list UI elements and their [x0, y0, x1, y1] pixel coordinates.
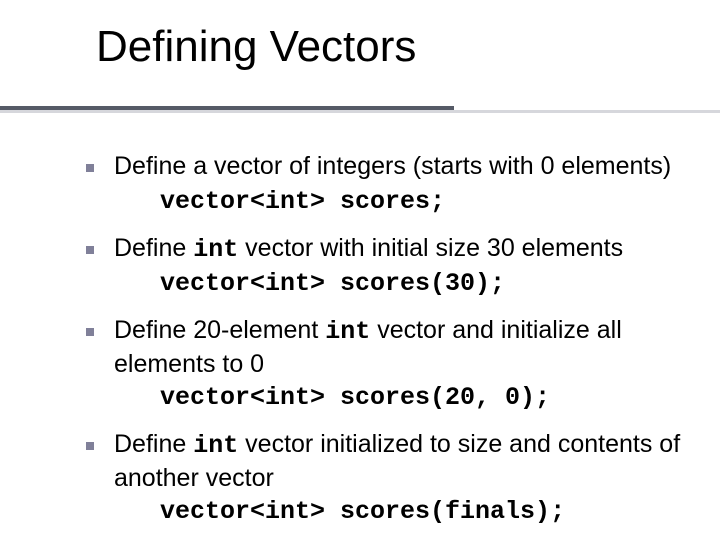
bullet-text: Define: [114, 430, 193, 458]
list-item: Define int vector with initial size 30 e…: [78, 232, 700, 300]
inline-code: int: [193, 431, 238, 460]
bullet-icon: [86, 328, 94, 336]
bullet-text: Define 20-element: [114, 316, 325, 344]
bullet-icon: [86, 246, 94, 254]
code-line: vector<int> scores(finals);: [114, 496, 700, 528]
list-item: Define a vector of integers (starts with…: [78, 150, 700, 218]
code-line: vector<int> scores(30);: [114, 268, 700, 300]
title-rule-light: [0, 110, 720, 113]
bullet-text: Define: [114, 234, 193, 262]
title-wrap: Defining Vectors: [96, 22, 416, 72]
list-item: Define 20-element int vector and initial…: [78, 314, 700, 414]
inline-code: int: [325, 317, 370, 346]
bullet-text-after: vector with initial size 30 elements: [238, 234, 623, 262]
inline-code: int: [193, 235, 238, 264]
bullet-text: Define a vector of integers (starts with…: [114, 152, 671, 180]
code-line: vector<int> scores;: [114, 186, 700, 218]
slide-content: Define a vector of integers (starts with…: [78, 150, 700, 540]
bullet-icon: [86, 164, 94, 172]
slide: Defining Vectors Define a vector of inte…: [0, 0, 720, 540]
code-line: vector<int> scores(20, 0);: [114, 382, 700, 414]
bullet-icon: [86, 442, 94, 450]
slide-title: Defining Vectors: [96, 22, 416, 72]
list-item: Define int vector initialized to size an…: [78, 428, 700, 528]
